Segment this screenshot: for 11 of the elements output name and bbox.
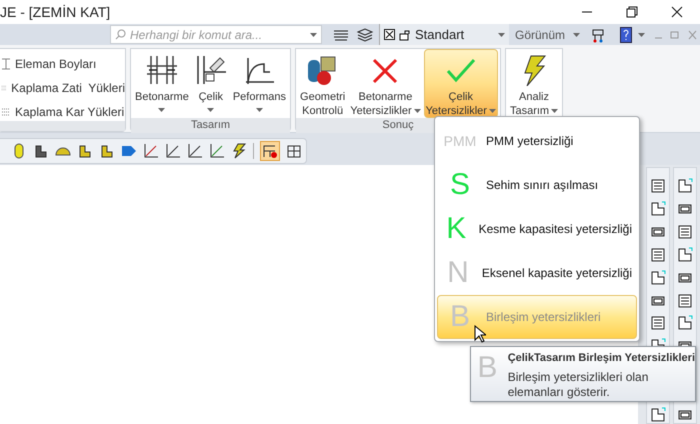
window-title: JE - [ZEMİN KAT] — [0, 2, 110, 22]
group-label: Tasarım — [190, 118, 230, 134]
menu-item-icon: N — [442, 258, 474, 288]
tooltip-icon: B — [471, 350, 504, 401]
menu-item-icon: S — [442, 170, 478, 200]
tooltip-title: ÇelikTasarım Birleşim Yetersizlikleri — [508, 351, 695, 366]
menu-item-icon: PMM — [442, 134, 478, 148]
group-label: Sonuç — [382, 118, 414, 134]
tooltip-text: Birleşim yetersizlikleri olan elemanları gösterir. — [508, 370, 650, 400]
menu-item-icon: K — [442, 214, 471, 244]
menu-item-icon: B — [442, 302, 478, 332]
